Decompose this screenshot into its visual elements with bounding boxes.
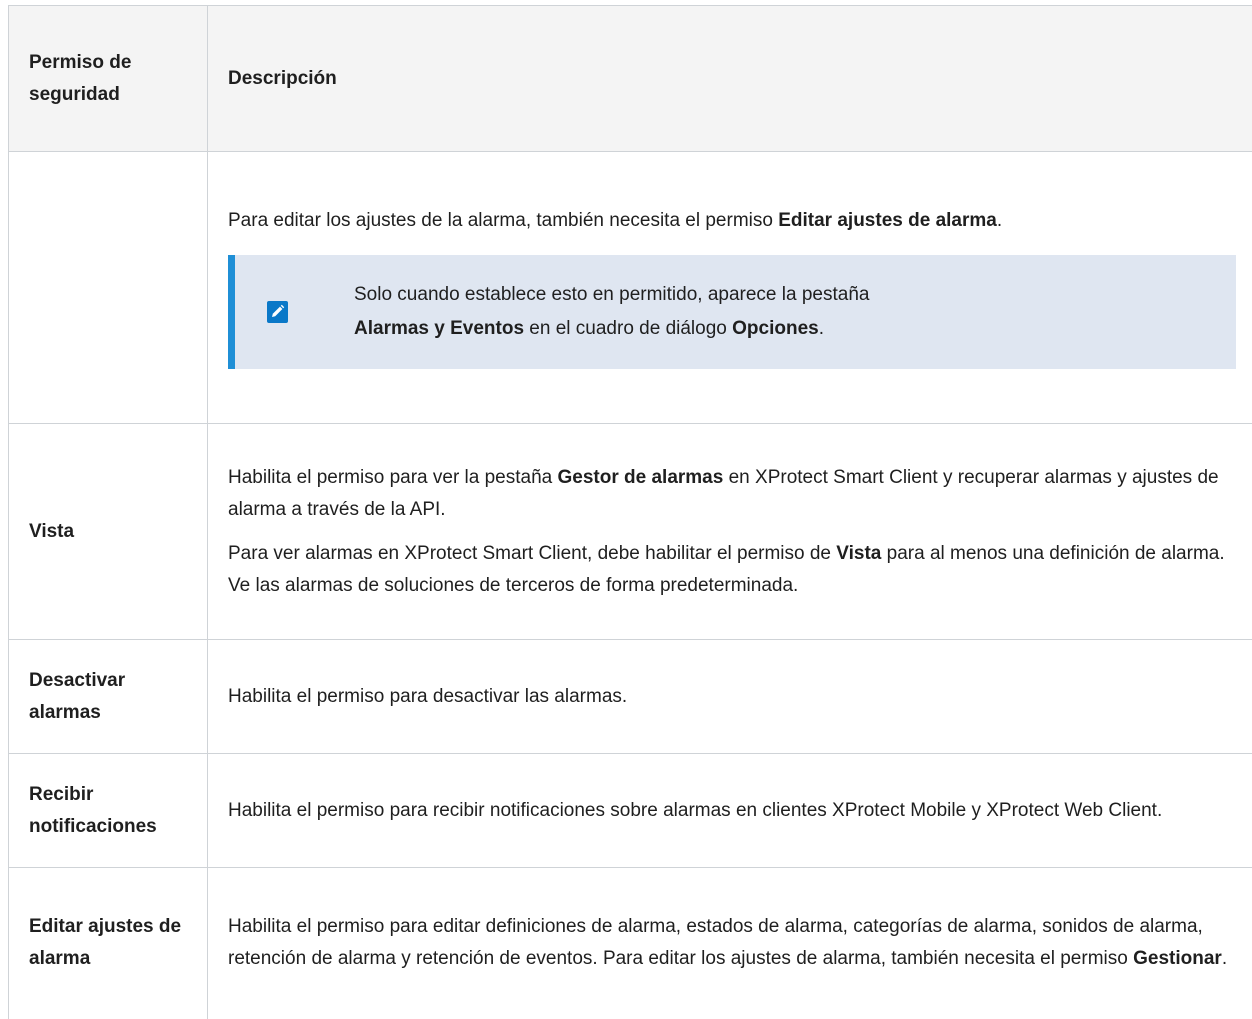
table-row: Para editar los ajustes de la alarma, ta… [8,151,1252,424]
permission-cell: Desactivar alarmas [8,639,208,754]
description-cell: Habilita el permiso para recibir notific… [207,753,1252,868]
description-cell: Para editar los ajustes de la alarma, ta… [207,151,1252,424]
note-text: Solo cuando establece esto en permitido,… [354,283,870,339]
header-security-permission: Permiso de seguridad [8,5,208,152]
description-paragraph: Habilita el permiso para recibir notific… [228,799,1163,821]
table-row: Recibir notificaciones Habilita el permi… [8,753,1252,868]
permission-cell: Editar ajustes de alarma [8,867,208,1019]
header-description: Descripción [207,5,1252,152]
description-paragraph: Para ver alarmas en XProtect Smart Clien… [228,542,1225,596]
description-paragraph: Habilita el permiso para ver la pestaña … [228,466,1219,520]
table-header-row: Permiso de seguridad Descripción [8,5,1252,152]
permission-cell [8,151,208,424]
description-cell: Habilita el permiso para ver la pestaña … [207,423,1252,640]
description-cell: Habilita el permiso para desactivar las … [207,639,1252,754]
permission-cell: Vista [8,423,208,640]
pencil-note-icon [267,300,288,323]
description-paragraph: Habilita el permiso para editar definici… [228,916,1228,970]
permissions-table: Permiso de seguridad Descripción Para ed… [8,5,1252,1019]
note-box: Solo cuando establece esto en permitido,… [228,254,1236,369]
table-row: Vista Habilita el permiso para ver la pe… [8,423,1252,640]
description-paragraph: Habilita el permiso para desactivar las … [228,685,628,707]
permission-cell: Recibir notificaciones [8,753,208,868]
description-paragraph: Para editar los ajustes de la alarma, ta… [228,209,1003,231]
description-cell: Habilita el permiso para editar definici… [207,867,1252,1019]
table-row: Editar ajustes de alarma Habilita el per… [8,867,1252,1019]
table-row: Desactivar alarmas Habilita el permiso p… [8,639,1252,754]
